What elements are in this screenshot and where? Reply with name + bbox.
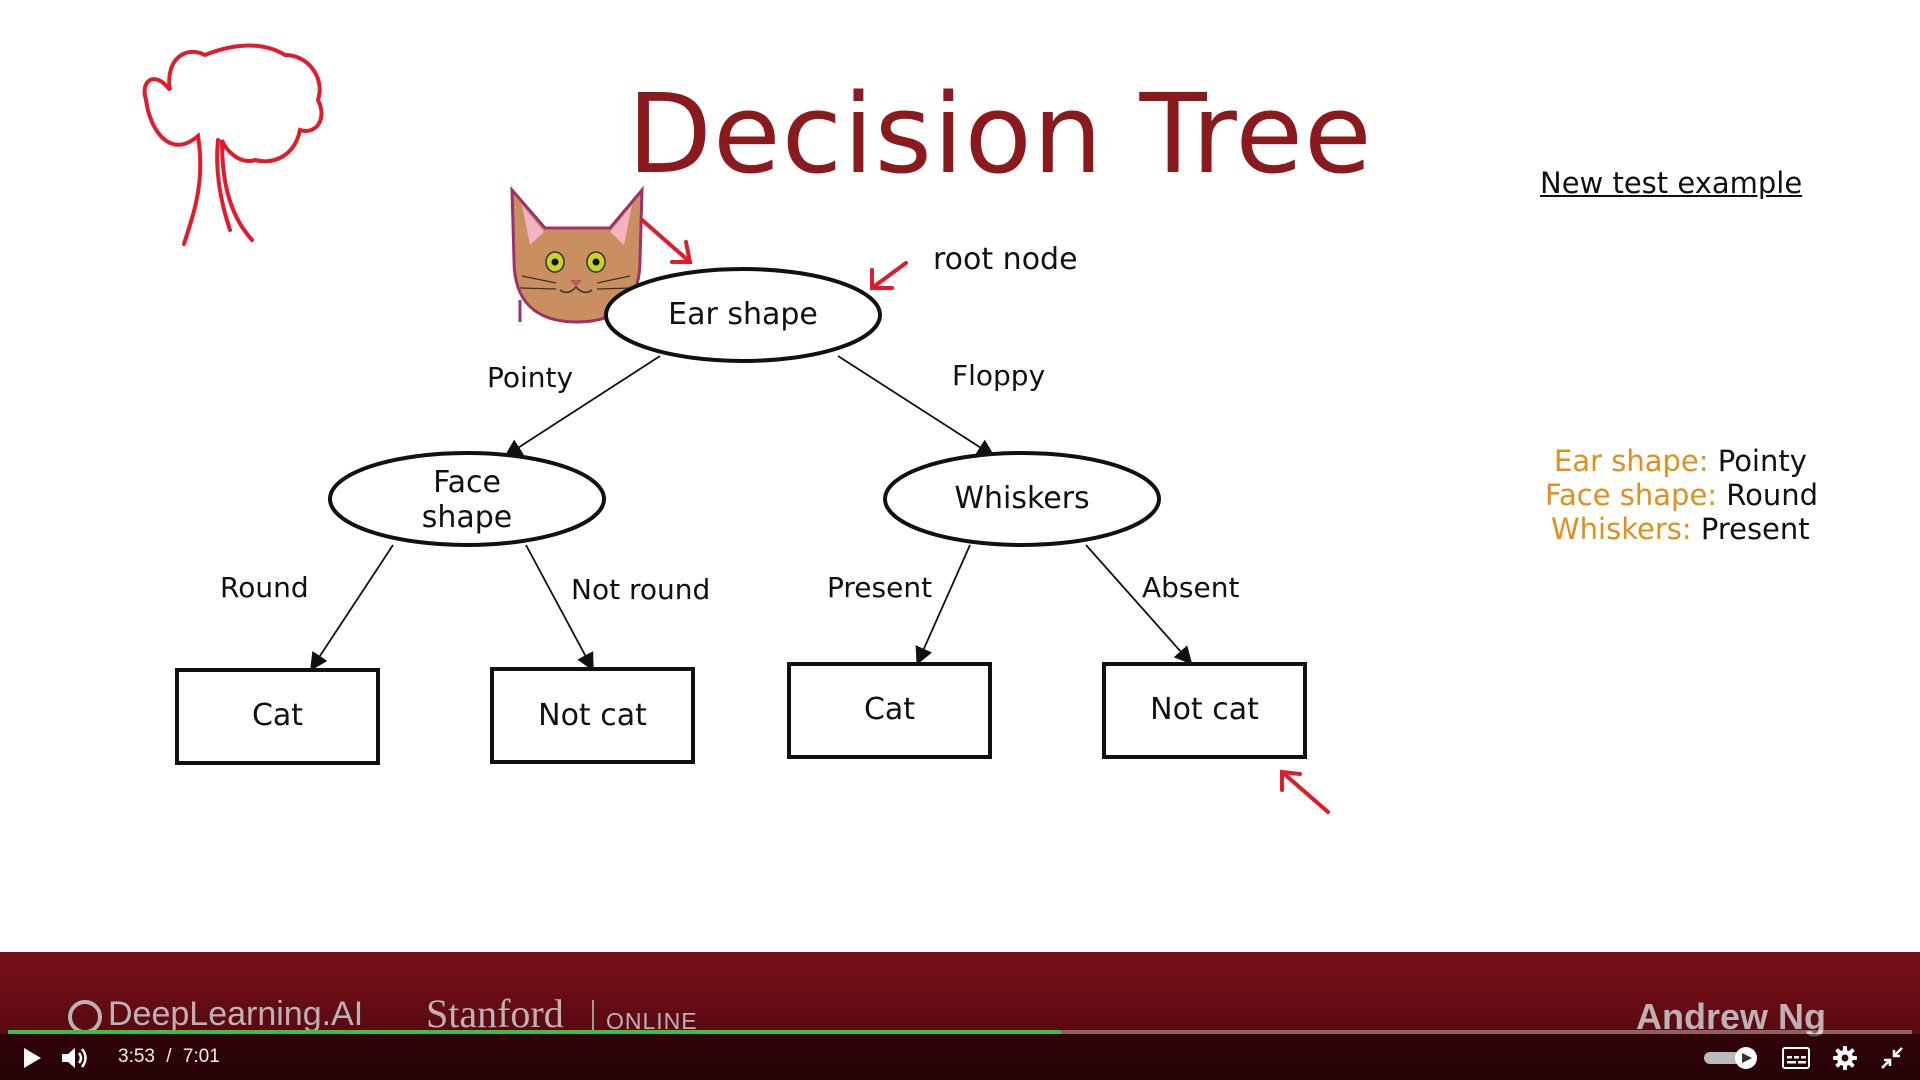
autoplay-toggle-icon[interactable] <box>1702 1046 1762 1070</box>
brand-separator <box>592 1000 594 1034</box>
captions-icon[interactable] <box>1782 1047 1810 1069</box>
feature-whiskers: Whiskers: Present <box>1551 512 1810 546</box>
root-node-label: Ear shape <box>668 297 818 332</box>
deeplearning-logo-icon <box>68 1000 102 1034</box>
edge-label-present: Present <box>827 571 933 604</box>
root-node-annotation: root node <box>933 242 1078 277</box>
feature-ear-shape: Ear shape: Pointy <box>1554 444 1807 478</box>
leaf-label-3: Cat <box>863 692 916 727</box>
settings-icon[interactable] <box>1832 1045 1858 1071</box>
feature-value: Pointy <box>1717 444 1807 478</box>
feature-key: Whiskers: <box>1551 512 1692 546</box>
edge-label-absent: Absent <box>1142 571 1240 604</box>
feature-key: Face shape: <box>1545 478 1718 512</box>
current-time: 3:53 <box>118 1046 155 1067</box>
brand-deeplearning: DeepLearning.AI <box>108 995 364 1033</box>
slide: Decision Tree root node Ear shape Face s… <box>0 0 1920 952</box>
player-controls <box>0 1034 1920 1080</box>
whiskers-label: Whiskers <box>954 481 1090 516</box>
face-shape-label-line1: Face <box>433 465 501 500</box>
edge-label-floppy: Floppy <box>952 359 1046 392</box>
time-separator: / <box>166 1046 172 1067</box>
feature-value: Present <box>1700 512 1810 546</box>
volume-icon[interactable] <box>60 1044 90 1072</box>
exit-fullscreen-icon[interactable] <box>1880 1046 1904 1070</box>
duration: 7:01 <box>182 1046 220 1067</box>
feature-value: Round <box>1726 478 1819 512</box>
time-display: 3:53 / 7:01 <box>118 1046 220 1068</box>
edge-label-not-round: Not round <box>571 573 711 606</box>
new-test-example-link: New test example <box>1540 166 1803 200</box>
leaf-label-1: Cat <box>251 698 304 733</box>
leaf-label-2: Not cat <box>538 698 647 733</box>
face-shape-label-line2: shape <box>421 500 513 535</box>
edge-label-pointy: Pointy <box>487 361 574 394</box>
play-icon[interactable] <box>20 1046 44 1070</box>
leaf-label-4: Not cat <box>1150 692 1259 727</box>
feature-face-shape: Face shape: Round <box>1545 478 1818 512</box>
feature-key: Ear shape: <box>1554 444 1709 478</box>
edge-label-round: Round <box>220 571 309 604</box>
